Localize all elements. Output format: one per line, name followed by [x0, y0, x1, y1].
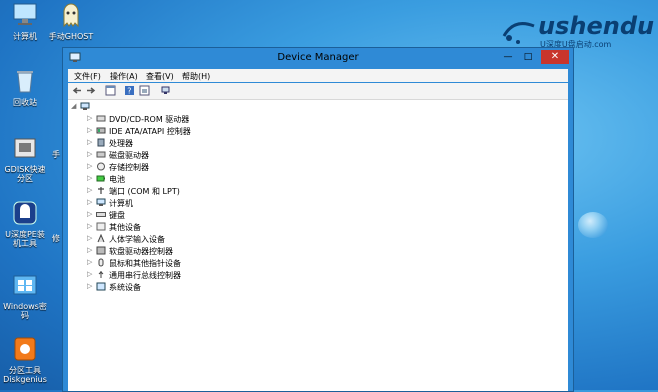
device-manager-window: Device Manager — □ ✕ 文件(F) 操作(A) 查看(V) 帮… — [62, 47, 574, 392]
battery-icon — [96, 175, 105, 182]
desktop-side-text: 修 — [52, 234, 60, 243]
ghost-icon — [63, 3, 79, 28]
hid-icon — [97, 234, 105, 243]
expand-arrow-icon[interactable]: ▷ — [87, 186, 92, 194]
computer-root-icon — [80, 102, 90, 110]
usb-icon — [98, 271, 104, 278]
tree-item-label: 键盘 — [109, 211, 125, 220]
svg-text:?: ? — [127, 87, 131, 96]
logo-swirl-icon — [502, 22, 535, 44]
tree-item-label: 磁盘驱动器 — [109, 151, 149, 160]
desktop-side-text: 手 — [52, 150, 60, 159]
diskgenius-icon — [14, 337, 36, 361]
desktop-icon-label: Windows密码 — [3, 302, 47, 320]
tree-item-label: 计算机 — [109, 199, 133, 208]
menu-help[interactable]: 帮助(H) — [182, 71, 210, 82]
desktop-icon-pe-installer[interactable]: U深度PE装机工具 — [2, 200, 48, 248]
tree-item-label: 人体学输入设备 — [109, 235, 165, 244]
expand-arrow-icon[interactable]: ▷ — [87, 234, 92, 242]
expand-arrow-icon[interactable]: ▷ — [87, 114, 92, 122]
desktop-icon-label: 分区工具Diskgenius — [3, 366, 47, 384]
desktop-icon-ghost[interactable]: 手动GHOST — [48, 2, 94, 41]
gdisk-icon — [14, 138, 36, 158]
maximize-button[interactable]: □ — [519, 50, 537, 64]
desktop-icon-label: GDISK快速分区 — [4, 165, 46, 183]
toolbar: ? — [68, 83, 568, 100]
floppy-controller-icon — [96, 246, 106, 255]
tree-item-label: 电池 — [109, 175, 125, 184]
desktop-icon-label: 回收站 — [13, 98, 37, 107]
menu-file[interactable]: 文件(F) — [74, 71, 101, 82]
desktop-icon-label: 计算机 — [13, 32, 37, 41]
expand-arrow-icon[interactable]: ▷ — [87, 270, 92, 278]
expand-arrow-icon[interactable]: ▷ — [87, 282, 92, 290]
storage-controller-icon — [97, 162, 105, 171]
menu-bar: 文件(F) 操作(A) 查看(V) 帮助(H) — [68, 69, 568, 82]
scan-icon[interactable] — [160, 85, 171, 96]
expand-arrow-icon[interactable]: ▷ — [87, 258, 92, 266]
properties-icon[interactable] — [105, 85, 116, 96]
desktop-icon-diskgenius[interactable]: 分区工具Diskgenius — [2, 336, 48, 384]
computer-icon — [96, 198, 106, 206]
processor-icon — [97, 138, 105, 147]
pe-installer-icon — [13, 201, 37, 225]
device-tree: ◢ ▷ DVD/CD-ROM 驱动器 ▷ IDE ATA/ATAPI 控制器 ▷ 处理… — [68, 100, 568, 391]
expand-arrow-icon[interactable]: ▷ — [87, 162, 92, 170]
expand-arrow-icon[interactable]: ▷ — [87, 126, 92, 134]
tree-item-label: DVD/CD-ROM 驱动器 — [109, 115, 190, 124]
menu-view[interactable]: 查看(V) — [146, 71, 174, 82]
brand-logo: ushendu — [538, 12, 655, 40]
tree-item-label: 端口 (COM 和 LPT) — [109, 187, 180, 196]
expand-arrow-icon[interactable]: ▷ — [87, 222, 92, 230]
window-title: Device Manager — [277, 52, 359, 63]
ide-controller-icon — [96, 127, 106, 134]
desktop-icon-windows-password[interactable]: Windows密码 — [2, 272, 48, 320]
expand-arrow-icon[interactable]: ▷ — [87, 246, 92, 254]
expand-arrow-icon[interactable]: ▷ — [87, 150, 92, 158]
mouse-icon — [98, 258, 104, 267]
desktop-icon-recycle-bin[interactable]: 回收站 — [2, 68, 48, 107]
keyboard-icon — [96, 212, 106, 217]
dvd-drive-icon — [96, 115, 106, 122]
tree-item-label: 通用串行总线控制器 — [109, 271, 181, 280]
expand-arrow-icon[interactable]: ▷ — [87, 198, 92, 206]
tree-item-label: 存储控制器 — [109, 163, 149, 172]
back-icon[interactable] — [72, 85, 83, 96]
recycle-bin-icon — [17, 71, 33, 93]
desktop-icon-gdisk[interactable]: GDISK快速分区 — [2, 135, 48, 183]
close-button[interactable]: ✕ — [541, 50, 569, 64]
expand-arrow-icon[interactable]: ▷ — [87, 174, 92, 182]
other-devices-icon — [96, 222, 106, 231]
windows-password-icon — [13, 275, 37, 295]
view-icon[interactable] — [139, 85, 150, 96]
collapse-arrow-icon[interactable]: ◢ — [71, 102, 76, 110]
disk-drive-icon — [96, 151, 106, 158]
tree-item-label: 鼠标和其他指针设备 — [109, 259, 181, 268]
minimize-button[interactable]: — — [499, 50, 517, 64]
water-drop-decoration — [578, 212, 608, 238]
expand-arrow-icon[interactable]: ▷ — [87, 210, 92, 218]
system-devices-icon — [96, 282, 106, 291]
desktop-icon-computer[interactable]: 计算机 — [2, 2, 48, 41]
forward-icon[interactable] — [85, 85, 96, 96]
tree-item-label: 软盘驱动器控制器 — [109, 247, 173, 256]
expand-arrow-icon[interactable]: ▷ — [87, 138, 92, 146]
tree-item-label: IDE ATA/ATAPI 控制器 — [109, 127, 191, 136]
tree-item-label: 其他设备 — [109, 223, 141, 232]
menu-action[interactable]: 操作(A) — [110, 71, 138, 82]
computer-icon — [13, 3, 37, 25]
desktop-icon-label: U深度PE装机工具 — [5, 230, 45, 248]
port-icon — [98, 187, 104, 194]
help-icon[interactable]: ? — [124, 85, 135, 96]
title-bar[interactable]: Device Manager — □ ✕ — [63, 48, 573, 68]
tree-item-label: 处理器 — [109, 139, 133, 148]
tree-item-label: 系统设备 — [109, 283, 141, 292]
desktop-icon-label: 手动GHOST — [48, 32, 94, 41]
